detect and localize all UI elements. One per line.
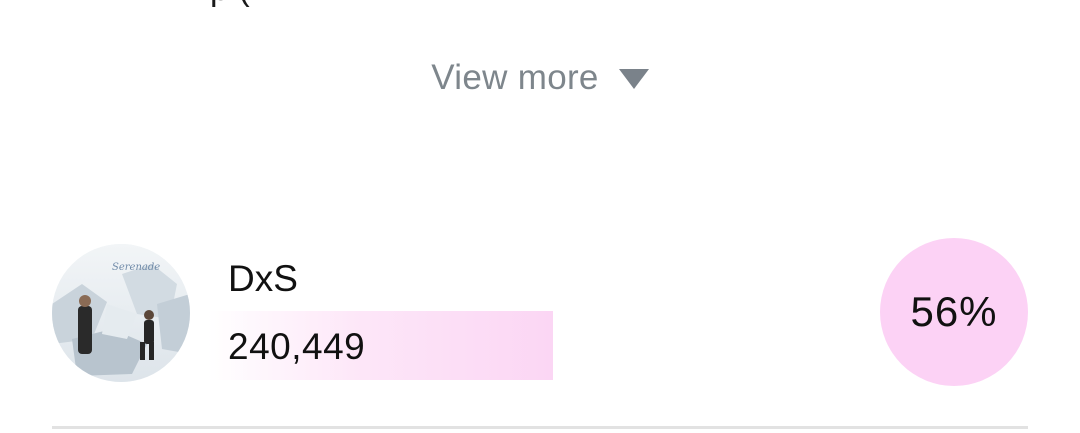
percent-badge: 56%	[880, 238, 1028, 386]
album-title-text: Serenade	[112, 262, 160, 273]
album-cover-avatar: Serenade	[52, 244, 190, 382]
percent-label: 56%	[910, 288, 998, 335]
cutoff-text: p (	[210, 0, 250, 9]
vote-count: 240,449	[228, 326, 366, 367]
candidate-name: DxS	[228, 258, 298, 299]
view-more-button[interactable]: View more	[0, 58, 1080, 98]
candidate-row[interactable]: Serenade DxS 240,449 56%	[52, 236, 1032, 386]
view-more-label: View more	[431, 58, 599, 97]
triangle-down-icon	[618, 69, 649, 89]
row-divider	[52, 426, 1028, 429]
album-cover-image: Serenade	[52, 244, 190, 382]
vote-results-page: p ( View more Serena	[0, 0, 1080, 433]
